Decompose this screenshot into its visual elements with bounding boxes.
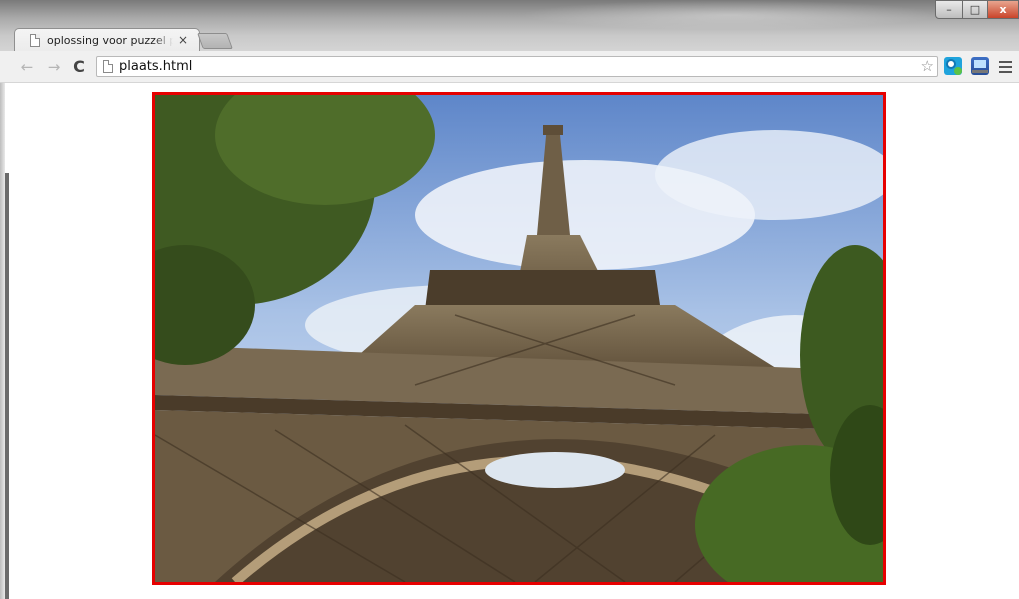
forward-arrow-icon[interactable]: → [45, 58, 63, 76]
new-tab-button[interactable] [197, 33, 233, 49]
minimize-icon: – [946, 3, 952, 16]
hamburger-menu-icon[interactable] [999, 57, 1013, 75]
minimize-button[interactable]: – [935, 0, 963, 19]
maximize-button[interactable]: □ [962, 0, 988, 19]
page-icon [103, 60, 113, 73]
eiffel-tower-photo [152, 92, 886, 585]
close-icon: x [999, 3, 1007, 16]
back-arrow-icon[interactable]: ← [18, 58, 36, 76]
screen-capture-icon[interactable] [971, 57, 989, 75]
page-favicon-icon [30, 34, 40, 47]
skype-icon[interactable] [944, 57, 962, 75]
close-window-button[interactable]: x [987, 0, 1019, 19]
tab-close-icon[interactable]: × [176, 32, 190, 48]
reload-icon[interactable]: C [70, 58, 88, 76]
address-bar[interactable]: plaats.html ☆ [96, 56, 938, 77]
tab-title: oplossing voor puzzel plaats [47, 34, 173, 47]
maximize-icon: □ [969, 3, 981, 16]
browser-toolbar: ← → C plaats.html ☆ [0, 51, 1019, 83]
window-left-edge [0, 83, 9, 599]
star-icon[interactable]: ☆ [921, 57, 934, 76]
tab-active[interactable]: oplossing voor puzzel plaats × [14, 28, 200, 53]
url-text[interactable]: plaats.html [119, 58, 192, 75]
